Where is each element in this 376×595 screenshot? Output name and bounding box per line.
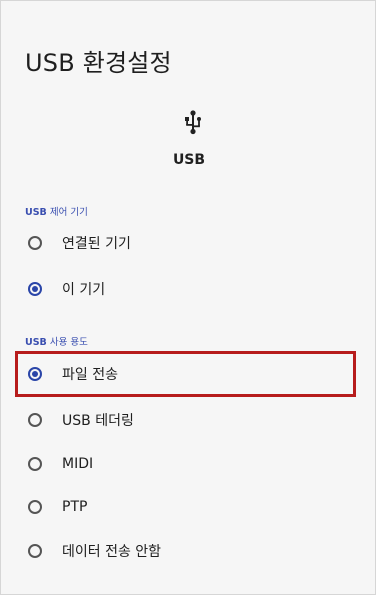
radio-button[interactable] (28, 457, 42, 471)
section-header-usb-purpose: USB 사용 용도 (25, 334, 88, 348)
section-header-strong: USB (25, 337, 47, 348)
radio-option-connected-device[interactable]: 연결된 기기 (1, 221, 375, 265)
section-header-strong: USB (25, 207, 47, 218)
radio-button[interactable] (28, 544, 42, 558)
radio-label: USB 테더링 (62, 413, 134, 429)
section-header-text: 사용 용도 (46, 337, 88, 348)
radio-label: MIDI (62, 456, 94, 472)
radio-option-this-device[interactable]: 이 기기 (1, 267, 375, 311)
radio-label: PTP (62, 499, 88, 515)
page-title: USB 환경설정 (25, 49, 172, 77)
radio-option-ptp[interactable]: PTP (1, 485, 375, 529)
radio-button[interactable] (28, 500, 42, 514)
section-header-controlling-device: USB 제어 기기 (25, 204, 88, 218)
radio-option-file-transfer[interactable]: 파일 전송 (1, 352, 375, 396)
radio-label: 파일 전송 (62, 367, 118, 383)
radio-label: 연결된 기기 (62, 236, 131, 252)
radio-button-selected[interactable] (28, 367, 42, 381)
radio-label: 이 기기 (62, 282, 106, 298)
section-header-text: 제어 기기 (46, 207, 88, 218)
radio-option-usb-tethering[interactable]: USB 테더링 (1, 398, 375, 442)
radio-option-midi[interactable]: MIDI (1, 442, 375, 486)
radio-button-selected[interactable] (28, 282, 42, 296)
usb-preferences-screen: USB 환경설정 USB USB 제어 기기 연결된 기기 이 기기 USB 사… (0, 0, 376, 595)
radio-button[interactable] (28, 413, 42, 427)
usb-icon (185, 110, 201, 135)
radio-label: 데이터 전송 안함 (62, 544, 162, 560)
usb-label: USB (172, 152, 206, 168)
radio-button[interactable] (28, 236, 42, 250)
radio-option-no-data-transfer[interactable]: 데이터 전송 안함 (1, 529, 375, 573)
